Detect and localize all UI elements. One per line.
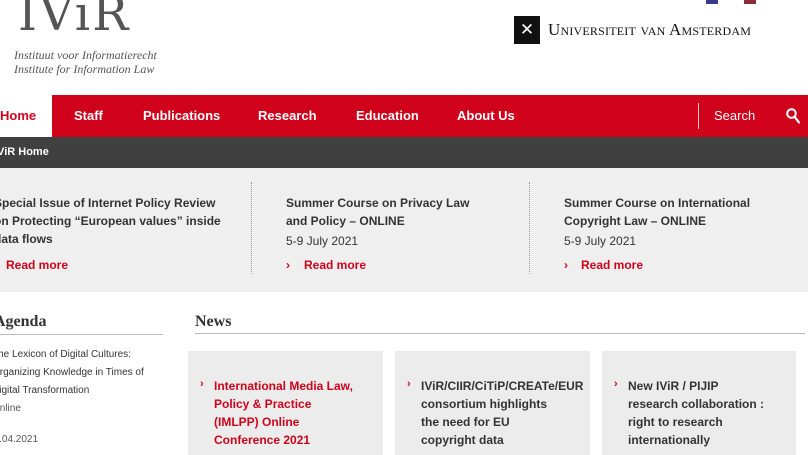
featured-date: 5-9 July 2021 bbox=[564, 234, 637, 248]
logo-subtitle-nl: Instituut voor Informatierecht bbox=[14, 48, 157, 62]
uva-logo[interactable]: ✕ Universiteit van Amsterdam bbox=[514, 16, 751, 44]
featured-item[interactable]: Summer Course on International Copyright… bbox=[530, 168, 808, 292]
featured-title[interactable]: Summer Course on International Copyright… bbox=[564, 194, 750, 230]
chevron-right-icon: › bbox=[614, 378, 618, 390]
featured-title[interactable]: Summer Course on Privacy Law and Policy … bbox=[286, 194, 469, 230]
language-flags[interactable] bbox=[706, 0, 756, 4]
featured-strip: Special Issue of Internet Policy Review … bbox=[0, 168, 808, 292]
uva-emblem-icon: ✕ bbox=[514, 16, 540, 44]
news-card-title[interactable]: New IViR / PIJIP research collaboration … bbox=[628, 377, 764, 449]
news-card[interactable]: › International Media Law, Policy & Prac… bbox=[188, 351, 383, 455]
agenda-heading: Agenda bbox=[0, 313, 47, 330]
nav-staff[interactable]: Staff bbox=[74, 95, 103, 137]
news-heading: News bbox=[195, 313, 232, 330]
featured-item[interactable]: Summer Course on Privacy Law and Policy … bbox=[252, 168, 529, 292]
search-button[interactable]: Search bbox=[714, 95, 755, 137]
featured-item[interactable]: Special Issue of Internet Policy Review … bbox=[0, 168, 250, 292]
featured-date: 5-9 July 2021 bbox=[286, 234, 359, 248]
nav-publications[interactable]: Publications bbox=[143, 95, 220, 137]
nav-education[interactable]: Education bbox=[356, 95, 419, 137]
agenda-divider bbox=[0, 334, 163, 335]
read-more-link[interactable]: Read more bbox=[304, 258, 366, 272]
news-card[interactable]: › IViR/CIIR/CiTiP/CREATe/EUR consortium … bbox=[395, 351, 590, 455]
chevron-right-icon: › bbox=[407, 378, 411, 390]
uva-wordmark: Universiteit van Amsterdam bbox=[548, 20, 752, 39]
nav-about-us[interactable]: About Us bbox=[457, 95, 515, 137]
agenda-section: Agenda The Lexicon of Digital Cultures: … bbox=[0, 292, 180, 455]
news-card-title[interactable]: International Media Law, Policy & Practi… bbox=[214, 377, 353, 449]
breadcrumb-home[interactable]: IViR Home bbox=[0, 137, 49, 168]
agenda-location: Online bbox=[0, 403, 21, 414]
news-section: News › International Media Law, Policy &… bbox=[180, 292, 808, 455]
logo-subtitle-en: Institute for Information Law bbox=[14, 62, 155, 76]
featured-title[interactable]: Special Issue of Internet Policy Review … bbox=[0, 194, 221, 248]
search-icon[interactable] bbox=[786, 108, 800, 124]
nav-research[interactable]: Research bbox=[258, 95, 317, 137]
breadcrumb: IViR Home bbox=[0, 137, 808, 168]
nav-divider bbox=[698, 103, 699, 129]
nav-home[interactable]: Home bbox=[0, 95, 52, 137]
news-card[interactable]: › New IViR / PIJIP research collaboratio… bbox=[602, 351, 796, 455]
site-header: IViR Instituut voor Informatierecht Inst… bbox=[0, 0, 808, 95]
agenda-item-title[interactable]: The Lexicon of Digital Cultures: Organiz… bbox=[0, 346, 144, 400]
agenda-date: 20.04.2021 bbox=[0, 434, 39, 445]
read-more-link[interactable]: Read more bbox=[581, 258, 643, 272]
main-nav: Home Staff Publications Research Educati… bbox=[0, 95, 808, 137]
chevron-right-icon: › bbox=[200, 378, 204, 390]
chevron-right-icon: › bbox=[564, 258, 568, 272]
content-area: Agenda The Lexicon of Digital Cultures: … bbox=[0, 292, 808, 455]
news-card-title[interactable]: IViR/CIIR/CiTiP/CREATe/EUR consortium hi… bbox=[421, 377, 583, 449]
chevron-right-icon: › bbox=[286, 258, 290, 272]
read-more-link[interactable]: Read more bbox=[6, 258, 68, 272]
ivir-logo[interactable]: IViR bbox=[18, 0, 130, 42]
news-divider bbox=[195, 333, 805, 334]
